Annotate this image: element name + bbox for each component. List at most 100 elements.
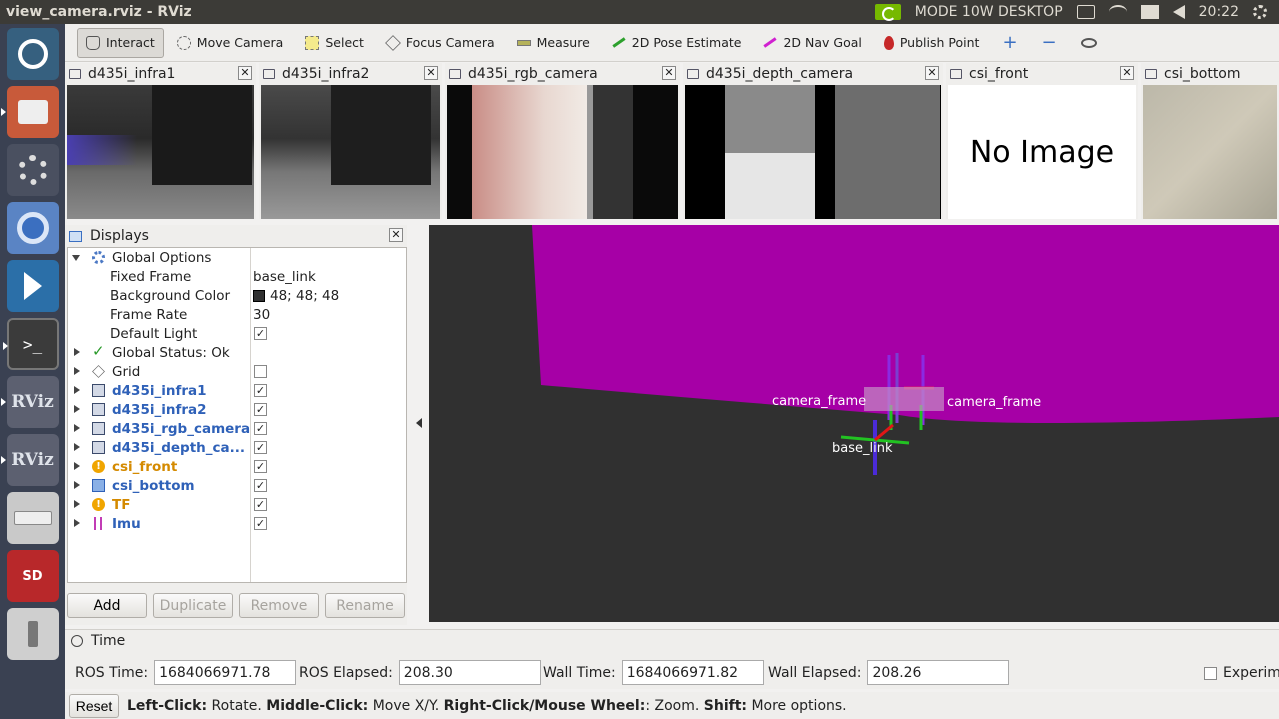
interact-tool[interactable]: Interact xyxy=(77,27,164,58)
tree-row-d435i-depth-camera[interactable]: d435i_depth_ca... ✓ xyxy=(68,438,406,457)
tree-row-grid[interactable]: Grid xyxy=(68,362,406,381)
wall-elapsed-field: Wall Elapsed: xyxy=(768,660,1010,685)
displays-title: Displays xyxy=(90,228,149,244)
tree-row-global-options[interactable]: Global Options xyxy=(68,248,406,267)
experimental-checkbox-box[interactable] xyxy=(1204,666,1217,680)
volume-icon[interactable] xyxy=(1172,5,1185,19)
background-color-value[interactable]: 48; 48; 48 xyxy=(253,288,339,304)
camera-icon xyxy=(687,69,699,79)
csi-bottom-checkbox[interactable]: ✓ xyxy=(254,479,267,492)
tf-checkbox[interactable]: ✓ xyxy=(254,498,267,511)
publish-point-tool[interactable]: Publish Point xyxy=(875,28,989,58)
d435i-infra2-checkbox[interactable]: ✓ xyxy=(254,403,267,416)
mail-icon[interactable] xyxy=(1140,5,1159,19)
eye-icon[interactable] xyxy=(1080,37,1097,48)
displays-tree: Global Options Fixed Frame base_link Bac… xyxy=(67,247,407,583)
ubuntu-launcher-button[interactable] xyxy=(6,28,59,80)
expand-arrow-icon[interactable] xyxy=(74,500,80,508)
rviz-launcher-button-2[interactable]: RViz xyxy=(0,434,59,486)
expand-arrow-icon[interactable] xyxy=(74,405,80,413)
drive-launcher-button[interactable] xyxy=(6,492,59,544)
vscode-icon xyxy=(23,272,42,300)
tree-row-frame-rate[interactable]: Frame Rate 30 xyxy=(68,305,406,324)
settings-launcher-button[interactable] xyxy=(6,144,59,196)
expand-arrow-icon[interactable] xyxy=(72,255,80,261)
tree-row-tf[interactable]: ! TF ✓ xyxy=(68,495,406,514)
remove-display-button[interactable]: Remove xyxy=(239,593,319,618)
measure-tool[interactable]: Measure xyxy=(508,28,599,58)
monitor-icon xyxy=(69,230,82,242)
tree-row-csi-front[interactable]: ! csi_front ✓ xyxy=(68,457,406,476)
wifi-icon[interactable] xyxy=(1108,5,1127,19)
tree-row-d435i-infra1[interactable]: d435i_infra1 ✓ xyxy=(68,381,406,400)
close-icon[interactable]: ✕ xyxy=(389,228,403,242)
render-3d-view[interactable]: camera_frame camera_frame base_link xyxy=(429,225,1279,622)
usb-launcher-button[interactable] xyxy=(6,608,59,660)
add-tool-icon[interactable]: + xyxy=(992,32,1027,53)
terminal-launcher-button[interactable]: >_ xyxy=(2,318,59,370)
expand-arrow-icon[interactable] xyxy=(74,519,80,527)
duplicate-display-button[interactable]: Duplicate xyxy=(153,593,233,618)
tree-row-background-color[interactable]: Background Color 48; 48; 48 xyxy=(68,286,406,305)
system-gear-icon[interactable] xyxy=(1253,5,1267,19)
sd-card-launcher-button[interactable]: SD xyxy=(6,550,59,602)
tree-row-imu[interactable]: Imu ✓ xyxy=(68,514,406,533)
rviz-launcher-button-1[interactable]: RViz xyxy=(0,376,59,428)
expand-arrow-icon[interactable] xyxy=(74,443,80,451)
nvidia-icon[interactable] xyxy=(874,4,901,21)
close-icon[interactable]: ✕ xyxy=(1120,66,1134,80)
csi-front-checkbox[interactable]: ✓ xyxy=(254,460,267,473)
keyboard-icon[interactable] xyxy=(1076,5,1095,19)
ros-time-input[interactable] xyxy=(154,660,297,685)
close-icon[interactable]: ✕ xyxy=(238,66,252,80)
tree-row-csi-bottom[interactable]: csi_bottom ✓ xyxy=(68,476,406,495)
frame-rate-value[interactable]: 30 xyxy=(253,307,270,323)
reset-button[interactable]: Reset xyxy=(69,693,119,718)
ros-elapsed-input[interactable] xyxy=(398,660,541,685)
focus-camera-tool[interactable]: Focus Camera xyxy=(377,28,504,58)
expand-arrow-icon[interactable] xyxy=(74,386,80,394)
close-icon[interactable]: ✕ xyxy=(424,66,438,80)
expand-arrow-icon[interactable] xyxy=(74,462,80,470)
power-mode-label[interactable]: MODE 10W DESKTOP xyxy=(915,4,1063,20)
files-launcher-button[interactable] xyxy=(0,86,59,138)
move-camera-tool[interactable]: Move Camera xyxy=(168,28,293,58)
tree-row-fixed-frame[interactable]: Fixed Frame base_link xyxy=(68,267,406,286)
tree-row-default-light[interactable]: Default Light ✓ xyxy=(68,324,406,343)
default-light-checkbox[interactable]: ✓ xyxy=(254,327,267,340)
rename-display-button[interactable]: Rename xyxy=(325,593,405,618)
wall-time-input[interactable] xyxy=(621,660,764,685)
camera-panel-title: csi_bottom xyxy=(1164,66,1241,82)
close-icon[interactable]: ✕ xyxy=(925,66,939,80)
wall-elapsed-input[interactable] xyxy=(867,660,1010,685)
tree-row-global-status[interactable]: ✓ Global Status: Ok xyxy=(68,342,406,362)
imu-checkbox[interactable]: ✓ xyxy=(254,517,267,530)
expand-arrow-icon[interactable] xyxy=(74,481,80,489)
expand-arrow-icon[interactable] xyxy=(74,424,80,432)
close-icon[interactable]: ✕ xyxy=(662,66,676,80)
expand-arrow-icon[interactable] xyxy=(74,367,80,375)
tf-frame-label-cameras: camera_frame xyxy=(772,394,866,409)
pose-estimate-tool[interactable]: 2D Pose Estimate xyxy=(603,28,751,58)
warning-icon: ! xyxy=(92,460,105,473)
d435i-rgb-camera-checkbox[interactable]: ✓ xyxy=(254,422,267,435)
d435i-depth-camera-checkbox[interactable]: ✓ xyxy=(254,441,267,454)
collapse-panel-arrow-icon[interactable] xyxy=(416,418,422,428)
remove-tool-icon[interactable]: − xyxy=(1032,32,1067,53)
vscode-launcher-button[interactable] xyxy=(6,260,59,312)
camera-display-icon xyxy=(92,441,105,454)
nav-goal-tool[interactable]: 2D Nav Goal xyxy=(754,28,870,58)
clock[interactable]: 20:22 xyxy=(1199,4,1239,20)
expand-arrow-icon[interactable] xyxy=(74,348,80,356)
experimental-checkbox[interactable]: Experim xyxy=(1204,665,1279,681)
tree-row-d435i-infra2[interactable]: d435i_infra2 ✓ xyxy=(68,400,406,419)
sd-card-icon: SD xyxy=(22,568,43,584)
d435i-infra1-checkbox[interactable]: ✓ xyxy=(254,384,267,397)
fixed-frame-value[interactable]: base_link xyxy=(253,269,316,285)
camera-panel-title: d435i_infra2 xyxy=(282,66,370,82)
grid-checkbox[interactable] xyxy=(254,365,267,378)
add-display-button[interactable]: Add xyxy=(67,593,147,618)
chromium-launcher-button[interactable] xyxy=(6,202,59,254)
tree-row-d435i-rgb-camera[interactable]: d435i_rgb_camera ✓ xyxy=(68,419,406,438)
select-tool[interactable]: Select xyxy=(296,28,373,58)
